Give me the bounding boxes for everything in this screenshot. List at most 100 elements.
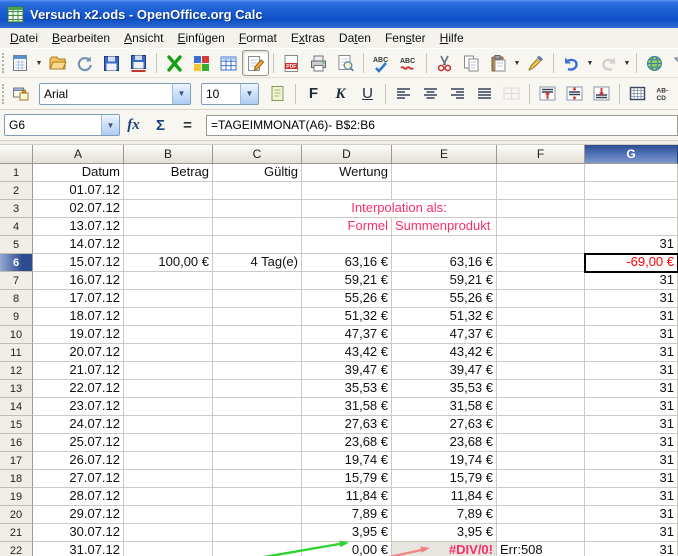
function-wizard-button[interactable]: fx bbox=[120, 113, 147, 137]
row-header-5[interactable]: 5 bbox=[0, 236, 33, 254]
cell-a4[interactable]: 13.07.12 bbox=[33, 218, 124, 236]
cell-d15[interactable]: 27,63 € bbox=[302, 416, 392, 434]
row-header-20[interactable]: 20 bbox=[0, 506, 33, 524]
align-top-button[interactable] bbox=[534, 81, 561, 107]
cell-c10[interactable] bbox=[213, 326, 302, 344]
copy-button[interactable] bbox=[458, 50, 485, 76]
menu-ansicht[interactable]: Ansicht bbox=[117, 29, 170, 48]
cell-c13[interactable] bbox=[213, 380, 302, 398]
cell-b12[interactable] bbox=[124, 362, 213, 380]
cell-f15[interactable] bbox=[497, 416, 585, 434]
cell-a14[interactable]: 23.07.12 bbox=[33, 398, 124, 416]
cell-f22[interactable]: Err:508 bbox=[497, 542, 585, 556]
cell-e4[interactable]: Summenprodukt bbox=[392, 218, 497, 236]
cell-a11[interactable]: 20.07.12 bbox=[33, 344, 124, 362]
cell-c11[interactable] bbox=[213, 344, 302, 362]
cell-b8[interactable] bbox=[124, 290, 213, 308]
cell-d21[interactable]: 3,95 € bbox=[302, 524, 392, 542]
menu-datei[interactable]: Datei bbox=[3, 29, 45, 48]
cell-d19[interactable]: 11,84 € bbox=[302, 488, 392, 506]
paste-button-dropdown-icon[interactable]: ▼ bbox=[512, 51, 522, 75]
excel-format-button[interactable] bbox=[161, 50, 188, 76]
undo-button-dropdown-icon[interactable]: ▼ bbox=[585, 51, 595, 75]
font-name-combo[interactable]: ▼ bbox=[39, 83, 191, 105]
cell-c3[interactable] bbox=[213, 200, 302, 218]
cell-e20[interactable]: 7,89 € bbox=[392, 506, 497, 524]
italic-button[interactable]: K bbox=[327, 81, 354, 107]
cell-b4[interactable] bbox=[124, 218, 213, 236]
cell-e17[interactable]: 19,74 € bbox=[392, 452, 497, 470]
cell-e8[interactable]: 55,26 € bbox=[392, 290, 497, 308]
new-spreadsheet-button[interactable] bbox=[7, 50, 34, 76]
cell-f21[interactable] bbox=[497, 524, 585, 542]
cell-b10[interactable] bbox=[124, 326, 213, 344]
font-size-combo-input[interactable] bbox=[202, 84, 240, 104]
column-header-f[interactable]: F bbox=[497, 145, 585, 164]
cell-b21[interactable] bbox=[124, 524, 213, 542]
gallery-button[interactable] bbox=[188, 50, 215, 76]
cell-a10[interactable]: 19.07.12 bbox=[33, 326, 124, 344]
menu-daten[interactable]: Daten bbox=[332, 29, 378, 48]
row-header-14[interactable]: 14 bbox=[0, 398, 33, 416]
cell-f11[interactable] bbox=[497, 344, 585, 362]
sum-button[interactable]: Σ bbox=[147, 113, 174, 137]
row-header-22[interactable]: 22 bbox=[0, 542, 33, 556]
cell-a17[interactable]: 26.07.12 bbox=[33, 452, 124, 470]
cell-f2[interactable] bbox=[497, 182, 585, 200]
menu-fenster[interactable]: Fenster bbox=[378, 29, 433, 48]
paste-button[interactable] bbox=[485, 50, 512, 76]
merge-cells-button[interactable] bbox=[498, 81, 525, 107]
cell-e15[interactable]: 27,63 € bbox=[392, 416, 497, 434]
cell-b13[interactable] bbox=[124, 380, 213, 398]
font-size-combo[interactable]: ▼ bbox=[201, 83, 259, 105]
cell-g8[interactable]: 31 bbox=[585, 290, 678, 308]
align-bottom-button[interactable] bbox=[588, 81, 615, 107]
cell-g2[interactable] bbox=[585, 182, 678, 200]
align-justify-button[interactable] bbox=[471, 81, 498, 107]
cell-f17[interactable] bbox=[497, 452, 585, 470]
select-all-corner[interactable] bbox=[0, 145, 33, 164]
name-box[interactable]: ▼ bbox=[4, 114, 120, 136]
cell-e21[interactable]: 3,95 € bbox=[392, 524, 497, 542]
cell-g18[interactable]: 31 bbox=[585, 470, 678, 488]
row-header-4[interactable]: 4 bbox=[0, 218, 33, 236]
edit-mode-button[interactable] bbox=[242, 50, 269, 76]
cell-d2[interactable] bbox=[302, 182, 392, 200]
row-header-18[interactable]: 18 bbox=[0, 470, 33, 488]
cell-c8[interactable] bbox=[213, 290, 302, 308]
cell-a8[interactable]: 17.07.12 bbox=[33, 290, 124, 308]
cell-d8[interactable]: 55,26 € bbox=[302, 290, 392, 308]
align-left-button[interactable] bbox=[390, 81, 417, 107]
cell-c21[interactable] bbox=[213, 524, 302, 542]
row-header-12[interactable]: 12 bbox=[0, 362, 33, 380]
cell-d20[interactable]: 7,89 € bbox=[302, 506, 392, 524]
cell-g20[interactable]: 31 bbox=[585, 506, 678, 524]
cell-a9[interactable]: 18.07.12 bbox=[33, 308, 124, 326]
cell-b22[interactable] bbox=[124, 542, 213, 556]
styles-button[interactable] bbox=[7, 81, 34, 107]
cell-f12[interactable] bbox=[497, 362, 585, 380]
auto-spellcheck-button[interactable]: ABC bbox=[395, 50, 422, 76]
autofilter-button[interactable] bbox=[668, 50, 678, 76]
cell-g9[interactable]: 31 bbox=[585, 308, 678, 326]
cell-f19[interactable] bbox=[497, 488, 585, 506]
row-header-9[interactable]: 9 bbox=[0, 308, 33, 326]
cell-g14[interactable]: 31 bbox=[585, 398, 678, 416]
cell-a1[interactable]: Datum bbox=[33, 164, 124, 182]
underline-button[interactable]: U bbox=[354, 81, 381, 107]
cell-c22[interactable] bbox=[213, 542, 302, 556]
cell-b1[interactable]: Betrag bbox=[124, 164, 213, 182]
row-header-2[interactable]: 2 bbox=[0, 182, 33, 200]
cut-button[interactable] bbox=[431, 50, 458, 76]
row-header-1[interactable]: 1 bbox=[0, 164, 33, 182]
cell-g7[interactable]: 31 bbox=[585, 272, 678, 290]
cell-c17[interactable] bbox=[213, 452, 302, 470]
cell-e2[interactable] bbox=[392, 182, 497, 200]
cell-c19[interactable] bbox=[213, 488, 302, 506]
cell-b14[interactable] bbox=[124, 398, 213, 416]
menu-format[interactable]: Format bbox=[232, 29, 284, 48]
cell-a3[interactable]: 02.07.12 bbox=[33, 200, 124, 218]
cell-b5[interactable] bbox=[124, 236, 213, 254]
cell-f6[interactable] bbox=[497, 254, 585, 272]
cell-f10[interactable] bbox=[497, 326, 585, 344]
